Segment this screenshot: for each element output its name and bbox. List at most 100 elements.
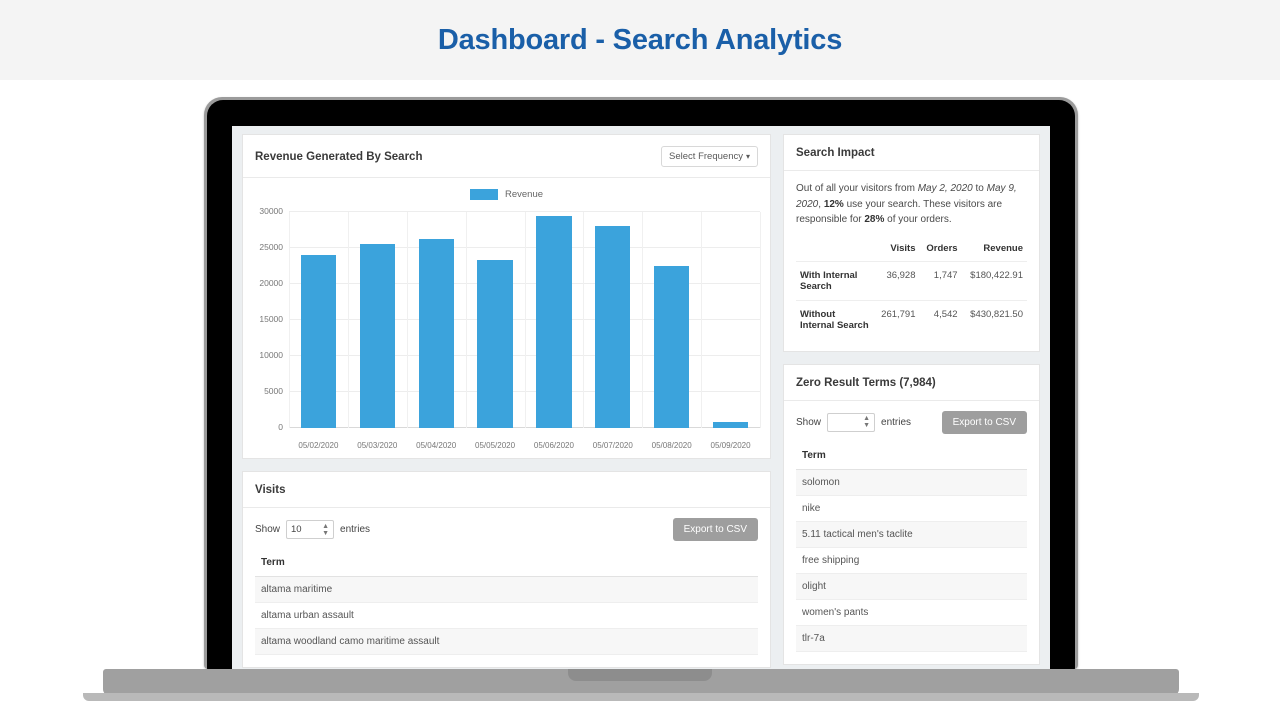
dashboard-columns: Revenue Generated By Search Select Frequ… <box>242 134 1040 670</box>
search-impact-table-body: With Internal Search 36,928 1,747 $180,422.… <box>796 260 1027 339</box>
zero-result-table: Term solomon nike 5.11 tactical men's tacl… <box>796 445 1027 652</box>
table-row[interactable]: altama maritime <box>255 576 758 603</box>
search-impact-table-head: Visits Orders Revenue <box>796 240 1027 262</box>
chart-bar[interactable] <box>300 255 337 428</box>
table-row[interactable]: altama urban assault <box>255 602 758 629</box>
search-impact-card: Search Impact Out of all your visitors f… <box>783 134 1040 352</box>
impact-cell-revenue: $180,422.91 <box>961 260 1027 300</box>
table-cell-term: nike <box>796 495 1027 522</box>
zero-result-column-term[interactable]: Term <box>796 445 1027 470</box>
visits-column-term[interactable]: Term <box>255 553 758 577</box>
chart-x-tick-label: 05/08/2020 <box>651 441 692 450</box>
visits-table: Term altama maritime altama urban assault… <box>255 553 758 655</box>
impact-row-label: Without Internal Search <box>796 299 874 339</box>
table-row[interactable]: solomon <box>796 469 1027 496</box>
impact-column-visits: Visits <box>890 242 916 254</box>
visits-card-header: Visits <box>243 472 770 508</box>
stepper-icon: ▲ ▼ <box>863 415 871 429</box>
zero-result-entries-select[interactable]: ▲ ▼ <box>827 412 876 432</box>
table-cell-term: free shipping <box>796 547 1027 574</box>
chart-legend: Revenue <box>247 184 766 204</box>
chart-bar[interactable] <box>477 260 513 428</box>
visits-show-label: Show <box>255 524 281 535</box>
summary-post: of your orders. <box>884 214 952 225</box>
table-row: With Internal Search 36,928 1,747 $180,422.… <box>796 260 1027 300</box>
chart-bar[interactable] <box>359 243 395 428</box>
zero-result-export-csv-button[interactable]: Export to CSV <box>941 410 1027 434</box>
chart-x-tick-label: 05/09/2020 <box>710 441 751 450</box>
chart-y-tick-label: 5000 <box>264 386 283 397</box>
table-cell-term: altama woodland camo maritime assault <box>255 628 758 655</box>
chart-bars <box>289 212 760 428</box>
page-title: Dashboard - Search Analytics <box>437 23 843 56</box>
visits-export-csv-button[interactable]: Export to CSV <box>672 518 758 541</box>
chart-bar-slot <box>289 212 348 428</box>
chevron-down-icon: ▾ <box>745 152 750 161</box>
visits-table-header-row: Term <box>255 553 758 577</box>
zero-result-terms-card: Zero Result Terms (7,984) Show ▲ ▼ entri… <box>783 363 1040 665</box>
impact-column-orders: Orders <box>926 242 958 254</box>
chart-bar-slot <box>466 212 525 428</box>
chart-bar-slot <box>525 212 584 428</box>
visits-card: Visits Show 10 ▲ ▼ entries Export to CSV… <box>242 471 771 668</box>
table-row[interactable]: free shipping <box>796 547 1027 574</box>
chart-bar[interactable] <box>536 216 572 428</box>
zero-result-header: Zero Result Terms (7,984) <box>784 365 1039 401</box>
search-impact-header-row: Visits Orders Revenue <box>796 240 1027 262</box>
chart-bar-slot <box>701 212 760 428</box>
chart-bar[interactable] <box>595 225 631 428</box>
search-impact-title: Search Impact <box>796 147 875 159</box>
chart-bar[interactable] <box>712 422 749 428</box>
chart-x-tick-label: 05/07/2020 <box>592 441 633 450</box>
chart-y-tick-label: 10000 <box>259 350 283 361</box>
chart-bar-slot <box>407 212 466 428</box>
visits-show-entries: Show 10 ▲ ▼ entries <box>255 520 370 539</box>
visits-entries-select[interactable]: 10 ▲ ▼ <box>286 520 335 539</box>
impact-cell-orders: 1,747 <box>919 260 962 300</box>
legend-swatch-revenue <box>469 188 498 200</box>
table-row[interactable]: 5.11 tactical men's taclite <box>796 521 1027 548</box>
dashboard: Revenue Generated By Search Select Frequ… <box>232 126 1050 670</box>
visits-card-title: Visits <box>255 484 286 496</box>
left-column: Revenue Generated By Search Select Frequ… <box>242 134 771 670</box>
table-row[interactable]: women's pants <box>796 599 1027 626</box>
table-cell-term: olight <box>796 573 1027 600</box>
zero-result-body: Show ▲ ▼ entries Export to CSV Term solo… <box>784 401 1039 664</box>
chart-bar-slot <box>583 212 642 428</box>
chart-x-tick-label: 05/06/2020 <box>533 441 574 450</box>
chart-x-tick-label: 05/04/2020 <box>416 441 457 450</box>
laptop-mockup: Revenue Generated By Search Select Frequ… <box>0 80 1280 720</box>
zero-result-show-label: Show <box>796 416 822 428</box>
select-frequency-button[interactable]: Select Frequency ▾ <box>661 146 758 167</box>
search-impact-table: Visits Orders Revenue With Internal Sear… <box>796 240 1027 339</box>
visits-table-head: Term <box>255 553 758 577</box>
search-impact-header: Search Impact <box>784 135 1039 171</box>
chart-y-tick-label: 0 <box>278 422 283 432</box>
chart-y-tick-label: 15000 <box>259 314 283 324</box>
table-row[interactable]: tlr-7a <box>796 625 1027 652</box>
table-row[interactable]: altama woodland camo maritime assault <box>255 628 758 655</box>
impact-row-label: With Internal Search <box>796 260 874 300</box>
right-column: Search Impact Out of all your visitors f… <box>783 134 1040 670</box>
visits-entries-label: entries <box>340 524 371 535</box>
revenue-card-title: Revenue Generated By Search <box>255 150 423 163</box>
chart-x-tick-label: 05/03/2020 <box>357 441 398 450</box>
chart-bar[interactable] <box>418 238 454 428</box>
chart-bar-slot <box>348 212 407 428</box>
revenue-chart: Revenue 0 5000 10000 15000 20000 25000 30000 0… <box>243 178 770 458</box>
zero-result-show-entries: Show ▲ ▼ entries <box>796 412 911 432</box>
chart-bar[interactable] <box>654 266 690 428</box>
visits-table-toolbar: Show 10 ▲ ▼ entries Export to CSV <box>255 518 758 541</box>
revenue-card-header: Revenue Generated By Search Select Frequ… <box>243 135 770 178</box>
table-row[interactable]: olight <box>796 573 1027 600</box>
table-cell-term: solomon <box>796 469 1027 496</box>
table-cell-term: altama urban assault <box>255 602 758 629</box>
zero-result-table-head: Term <box>796 445 1027 470</box>
chart-y-tick-label: 30000 <box>259 206 283 216</box>
zero-result-toolbar: Show ▲ ▼ entries Export to CSV <box>796 410 1027 434</box>
visits-table-body: altama maritime altama urban assault altam… <box>255 576 758 655</box>
table-row[interactable]: nike <box>796 495 1027 522</box>
impact-cell-revenue: $430,821.50 <box>961 299 1027 339</box>
impact-cell-visits: 36,928 <box>874 260 920 300</box>
search-impact-body: Out of all your visitors from May 2, 202… <box>784 171 1039 351</box>
